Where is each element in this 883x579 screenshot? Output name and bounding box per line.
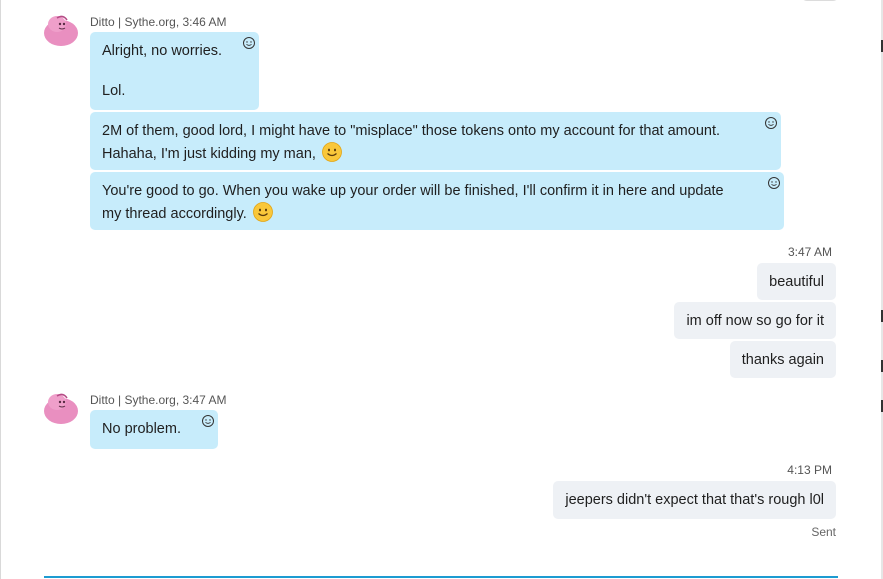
avatar[interactable] bbox=[43, 390, 79, 426]
message-text: my thread accordingly. bbox=[102, 206, 247, 222]
sender-name[interactable]: Ditto | Sythe.org bbox=[90, 393, 176, 407]
outgoing-message[interactable]: im off now so go for it bbox=[674, 302, 836, 339]
message-meta: Ditto | Sythe.org, 3:47 AM bbox=[90, 393, 227, 407]
smiley-reaction-icon[interactable] bbox=[764, 116, 778, 130]
chat-conversation: Ditto | Sythe.org, 3:46 AM Alright, no w… bbox=[0, 0, 883, 579]
outgoing-message[interactable]: beautiful bbox=[757, 263, 836, 300]
message-text: thanks again bbox=[741, 352, 824, 368]
smile-emoji-icon bbox=[322, 142, 342, 162]
smiley-reaction-icon[interactable] bbox=[767, 176, 781, 190]
outgoing-message[interactable]: thanks again bbox=[729, 341, 836, 378]
message-text: im off now so go for it bbox=[686, 313, 824, 329]
avatar[interactable] bbox=[43, 12, 79, 48]
message-time: 4:13 PM bbox=[787, 463, 832, 477]
incoming-message[interactable]: No problem. bbox=[90, 410, 218, 449]
message-time: 3:46 AM bbox=[182, 15, 227, 29]
message-text: Alright, no worries. bbox=[102, 43, 223, 59]
message-time: 3:47 AM bbox=[182, 393, 227, 407]
message-text: Lol. bbox=[102, 83, 126, 99]
message-text: You're good to go. When you wake up your… bbox=[102, 183, 724, 199]
message-text: 2M of them, good lord, I might have to "… bbox=[102, 123, 721, 139]
previous-message-edge bbox=[801, 0, 839, 1]
smiley-reaction-icon[interactable] bbox=[242, 36, 256, 50]
delivery-status: Sent bbox=[811, 525, 836, 539]
message-meta: Ditto | Sythe.org, 3:46 AM bbox=[90, 15, 227, 29]
message-time: 3:47 AM bbox=[787, 245, 832, 259]
smiley-reaction-icon[interactable] bbox=[201, 414, 215, 428]
incoming-message[interactable]: You're good to go. When you wake up your… bbox=[90, 172, 784, 230]
incoming-message[interactable]: 2M of them, good lord, I might have to "… bbox=[90, 112, 781, 170]
message-text: No problem. bbox=[102, 421, 181, 437]
message-text: Hahaha, I'm just kidding my man, bbox=[102, 146, 316, 162]
composer-focus-line bbox=[44, 576, 838, 578]
smile-emoji-icon bbox=[252, 202, 273, 222]
message-text: jeepers didn't expect that that's rough … bbox=[565, 492, 824, 508]
incoming-message[interactable]: Alright, no worries. Lol. bbox=[90, 32, 259, 110]
sender-name[interactable]: Ditto | Sythe.org bbox=[90, 15, 176, 29]
message-text: beautiful bbox=[769, 274, 824, 290]
pane-divider bbox=[0, 0, 1, 579]
outgoing-message[interactable]: jeepers didn't expect that that's rough … bbox=[553, 481, 836, 519]
